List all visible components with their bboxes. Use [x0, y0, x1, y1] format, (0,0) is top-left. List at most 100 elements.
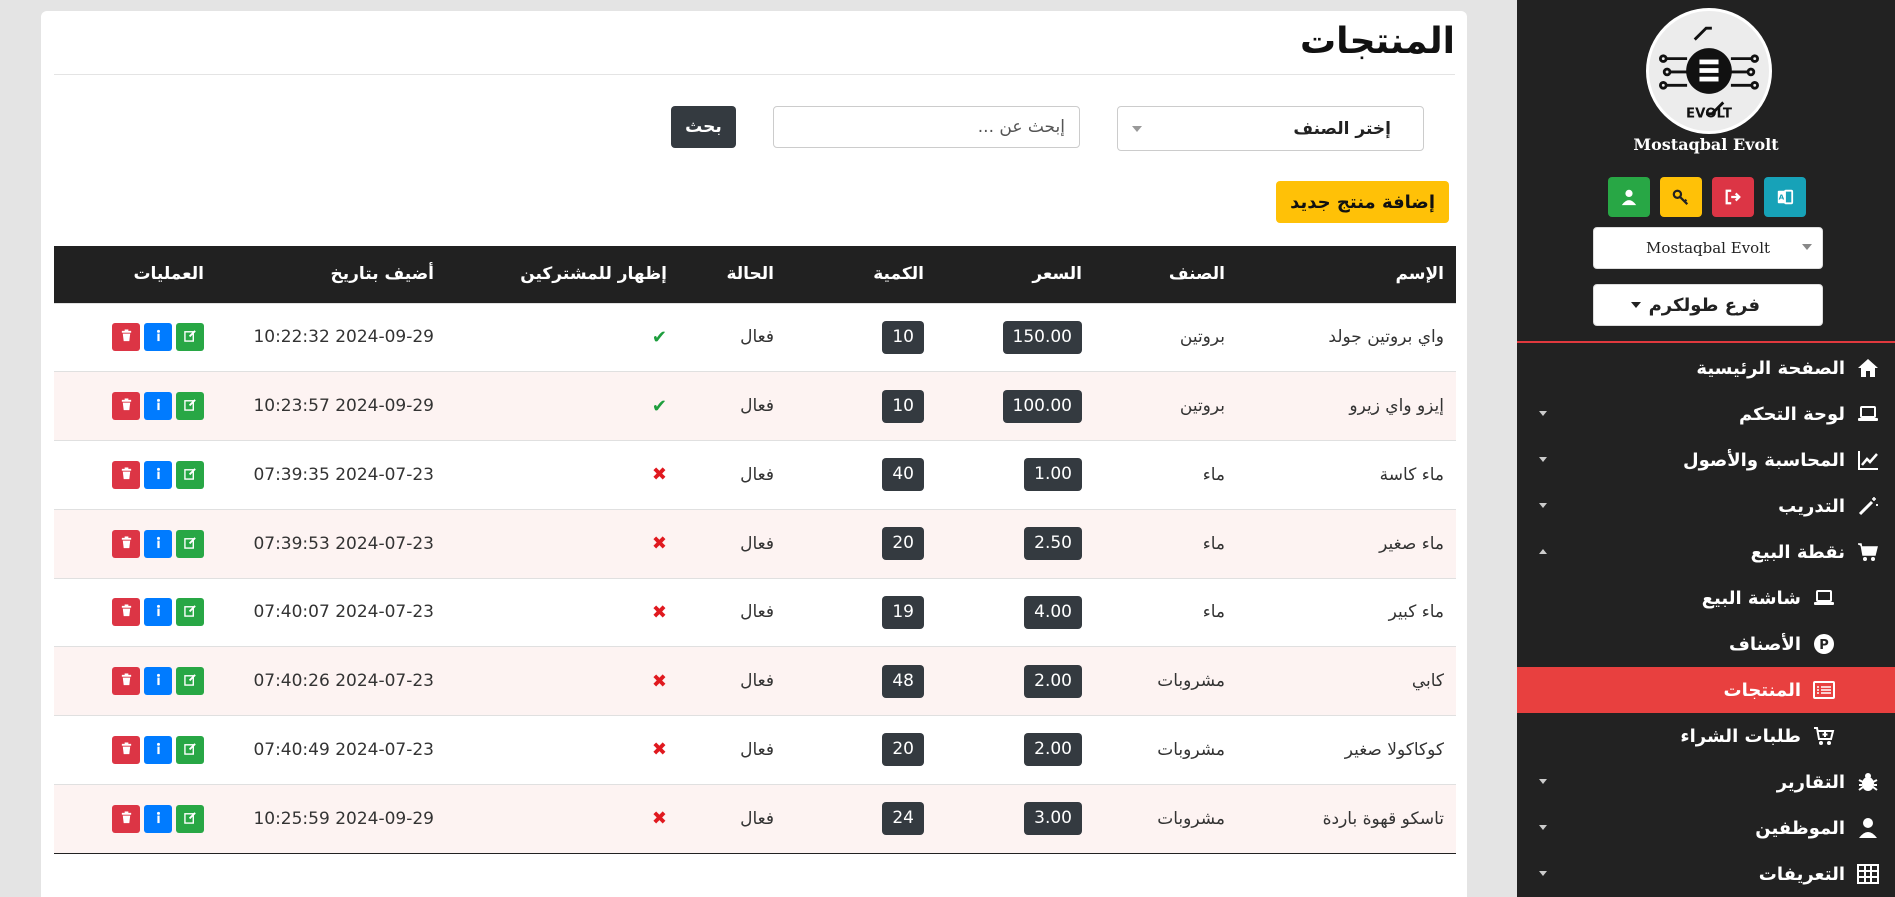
brand-name: Mostaqbal Evolt — [1633, 135, 1779, 154]
cell-quantity: 20 — [786, 508, 936, 578]
cell-quantity: 40 — [786, 440, 936, 510]
edit-icon — [183, 809, 197, 829]
sidebar-item-8[interactable]: طلبات الشراء — [1517, 713, 1895, 759]
table-row: إيزو واي زيرو بروتين 100.00 10 فعال ✔ 2024-09-… — [54, 371, 1456, 441]
cell-name: إيزو واي زيرو — [1237, 371, 1456, 441]
edit-button[interactable] — [176, 529, 204, 558]
sidebar-item-label: التعريفات — [1758, 863, 1845, 885]
quantity-badge: 20 — [882, 527, 924, 561]
delete-button[interactable] — [112, 323, 140, 352]
table-header-row: الإسم الصنف السعر الكمية الحالة إظهار لل… — [54, 246, 1456, 303]
edit-button[interactable] — [176, 460, 204, 489]
sidebar-item-label: المنتجات — [1723, 679, 1801, 701]
search-button[interactable]: بحث — [671, 106, 736, 148]
header-quantity: الكمية — [786, 246, 936, 303]
trash-icon — [120, 602, 133, 622]
cell-category: ماء — [1094, 577, 1237, 647]
info-icon — [152, 396, 165, 416]
header-show-subscribers: إظهار للمشتركين — [446, 246, 679, 303]
cell-added-date: 2024-09-29 10:22:32 — [216, 302, 446, 372]
delete-button[interactable] — [112, 804, 140, 833]
products-table: الإسم الصنف السعر الكمية الحالة إظهار لل… — [54, 246, 1456, 854]
sidebar-item-10[interactable]: الموظفين — [1517, 805, 1895, 851]
search-input[interactable] — [773, 106, 1080, 148]
price-badge: 4.00 — [1024, 595, 1082, 629]
cell-category: مشروبات — [1094, 646, 1237, 716]
cell-added-date: 2024-09-29 10:23:57 — [216, 371, 446, 441]
info-button[interactable] — [144, 323, 172, 352]
cell-price: 3.00 — [936, 783, 1094, 854]
chart-line-icon — [1855, 448, 1881, 472]
language-button[interactable]: A — [1764, 177, 1806, 217]
price-badge: 150.00 — [1002, 320, 1082, 354]
info-button[interactable] — [144, 529, 172, 558]
info-button[interactable] — [144, 392, 172, 421]
cell-operations — [54, 371, 216, 441]
cell-name: واي بروتين جولد — [1237, 302, 1456, 372]
change-password-button[interactable] — [1660, 177, 1702, 217]
profile-button[interactable] — [1608, 177, 1650, 217]
quantity-badge: 40 — [882, 458, 924, 492]
cell-name: ماء صغير — [1237, 508, 1456, 578]
edit-button[interactable] — [176, 667, 204, 696]
trash-icon — [120, 809, 133, 829]
cell-quantity: 48 — [786, 646, 936, 716]
edit-button[interactable] — [176, 598, 204, 627]
edit-button[interactable] — [176, 323, 204, 352]
info-button[interactable] — [144, 804, 172, 833]
sidebar-divider — [1517, 341, 1895, 343]
info-button[interactable] — [144, 667, 172, 696]
delete-button[interactable] — [112, 529, 140, 558]
table-icon — [1855, 862, 1881, 886]
cell-added-date: 2024-07-23 07:39:53 — [216, 508, 446, 578]
sidebar-item-0[interactable]: الصفحة الرئيسية — [1517, 345, 1895, 391]
delete-button[interactable] — [112, 598, 140, 627]
quantity-badge: 24 — [882, 802, 924, 836]
sidebar-item-label: لوحة التحكم — [1738, 403, 1845, 425]
cross-icon: ✖ — [651, 808, 667, 830]
cell-show-subscribers: ✖ — [446, 440, 679, 510]
sign-out-icon — [1725, 189, 1741, 205]
sidebar-item-2[interactable]: المحاسبة والأصول — [1517, 437, 1895, 483]
table-row: كوكاكولا صغير مشروبات 2.00 20 فعال ✖ 2024-07-2… — [54, 715, 1456, 785]
page-title: المنتجات — [1299, 21, 1455, 62]
cell-added-date: 2024-07-23 07:40:26 — [216, 646, 446, 716]
sidebar-item-label: الأصناف — [1729, 633, 1801, 655]
delete-button[interactable] — [112, 460, 140, 489]
caret-down-icon — [1539, 871, 1547, 876]
sidebar-item-9[interactable]: التقارير — [1517, 759, 1895, 805]
info-button[interactable] — [144, 735, 172, 764]
add-product-button[interactable]: إضافة منتج جديد — [1276, 181, 1449, 223]
price-badge: 3.00 — [1024, 802, 1082, 836]
company-select[interactable]: Mostaqbal Evolt — [1593, 227, 1823, 269]
sidebar-item-4[interactable]: نقطة البيع — [1517, 529, 1895, 575]
cell-quantity: 20 — [786, 715, 936, 785]
category-select[interactable]: إختر الصنف — [1117, 106, 1424, 151]
sidebar-item-5[interactable]: شاشة البيع — [1517, 575, 1895, 621]
edit-button[interactable] — [176, 804, 204, 833]
edit-button[interactable] — [176, 735, 204, 764]
magic-wand-icon — [1855, 494, 1881, 518]
delete-button[interactable] — [112, 735, 140, 764]
delete-button[interactable] — [112, 392, 140, 421]
caret-down-icon — [1630, 302, 1641, 308]
price-badge: 2.00 — [1024, 733, 1082, 767]
branch-select[interactable]: فرع طولكرم — [1593, 284, 1823, 326]
sidebar-item-11[interactable]: التعريفات — [1517, 851, 1895, 897]
sidebar-item-6[interactable]: P الأصناف — [1517, 621, 1895, 667]
sidebar-item-7[interactable]: المنتجات — [1517, 667, 1895, 713]
cell-quantity: 24 — [786, 783, 936, 854]
info-button[interactable] — [144, 460, 172, 489]
sidebar-item-3[interactable]: التدريب — [1517, 483, 1895, 529]
cell-price: 1.00 — [936, 440, 1094, 510]
sidebar-item-label: شاشة البيع — [1701, 587, 1801, 609]
info-button[interactable] — [144, 598, 172, 627]
quantity-badge: 10 — [882, 389, 924, 423]
edit-button[interactable] — [176, 392, 204, 421]
delete-button[interactable] — [112, 667, 140, 696]
caret-down-icon — [1539, 825, 1547, 830]
sidebar-item-label: طلبات الشراء — [1680, 725, 1801, 747]
logout-button[interactable] — [1712, 177, 1754, 217]
sidebar-item-1[interactable]: لوحة التحكم — [1517, 391, 1895, 437]
row-actions — [112, 735, 204, 764]
